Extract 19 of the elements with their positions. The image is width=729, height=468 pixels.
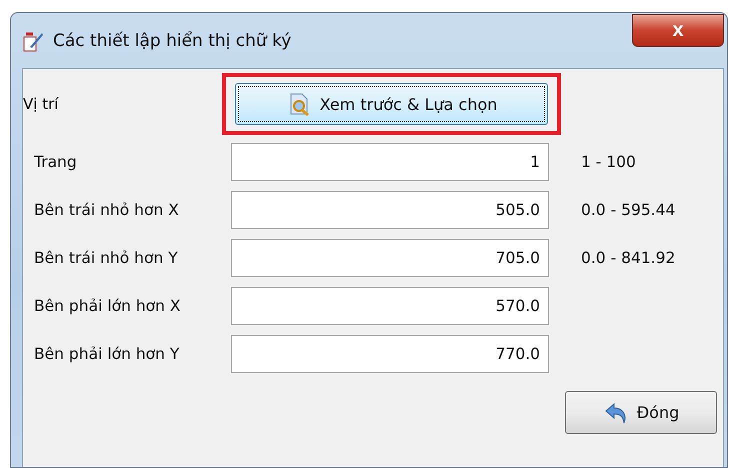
field-label: Trang [34,153,78,171]
number-field[interactable]: 770.0 [231,335,549,373]
close-button[interactable]: x [632,14,724,47]
window-title: Các thiết lập hiển thị chữ ký [53,30,292,50]
field-label: Bên phải lớn hơn Y [34,345,180,363]
field-label: Bên trái nhỏ hơn X [34,201,180,219]
number-field[interactable]: 570.0 [231,287,549,325]
range-text: 1 - 100 [580,153,637,171]
number-field[interactable]: 1 [231,143,549,181]
range-text: 0.0 - 841.92 [580,249,676,267]
close-dialog-button[interactable]: Đóng [565,391,717,434]
number-field[interactable]: 705.0 [231,239,549,277]
number-field[interactable]: 505.0 [231,191,549,229]
range-text: 0.0 - 595.44 [580,201,676,219]
preview-button[interactable]: Xem trước & Lựa chọn [235,83,548,125]
field-label: Bên trái nhỏ hơn Y [34,249,179,267]
field-label: Vị trí [23,95,60,113]
pen-document-icon [22,30,44,52]
field-label: Bên phải lớn hơn X [34,297,182,315]
